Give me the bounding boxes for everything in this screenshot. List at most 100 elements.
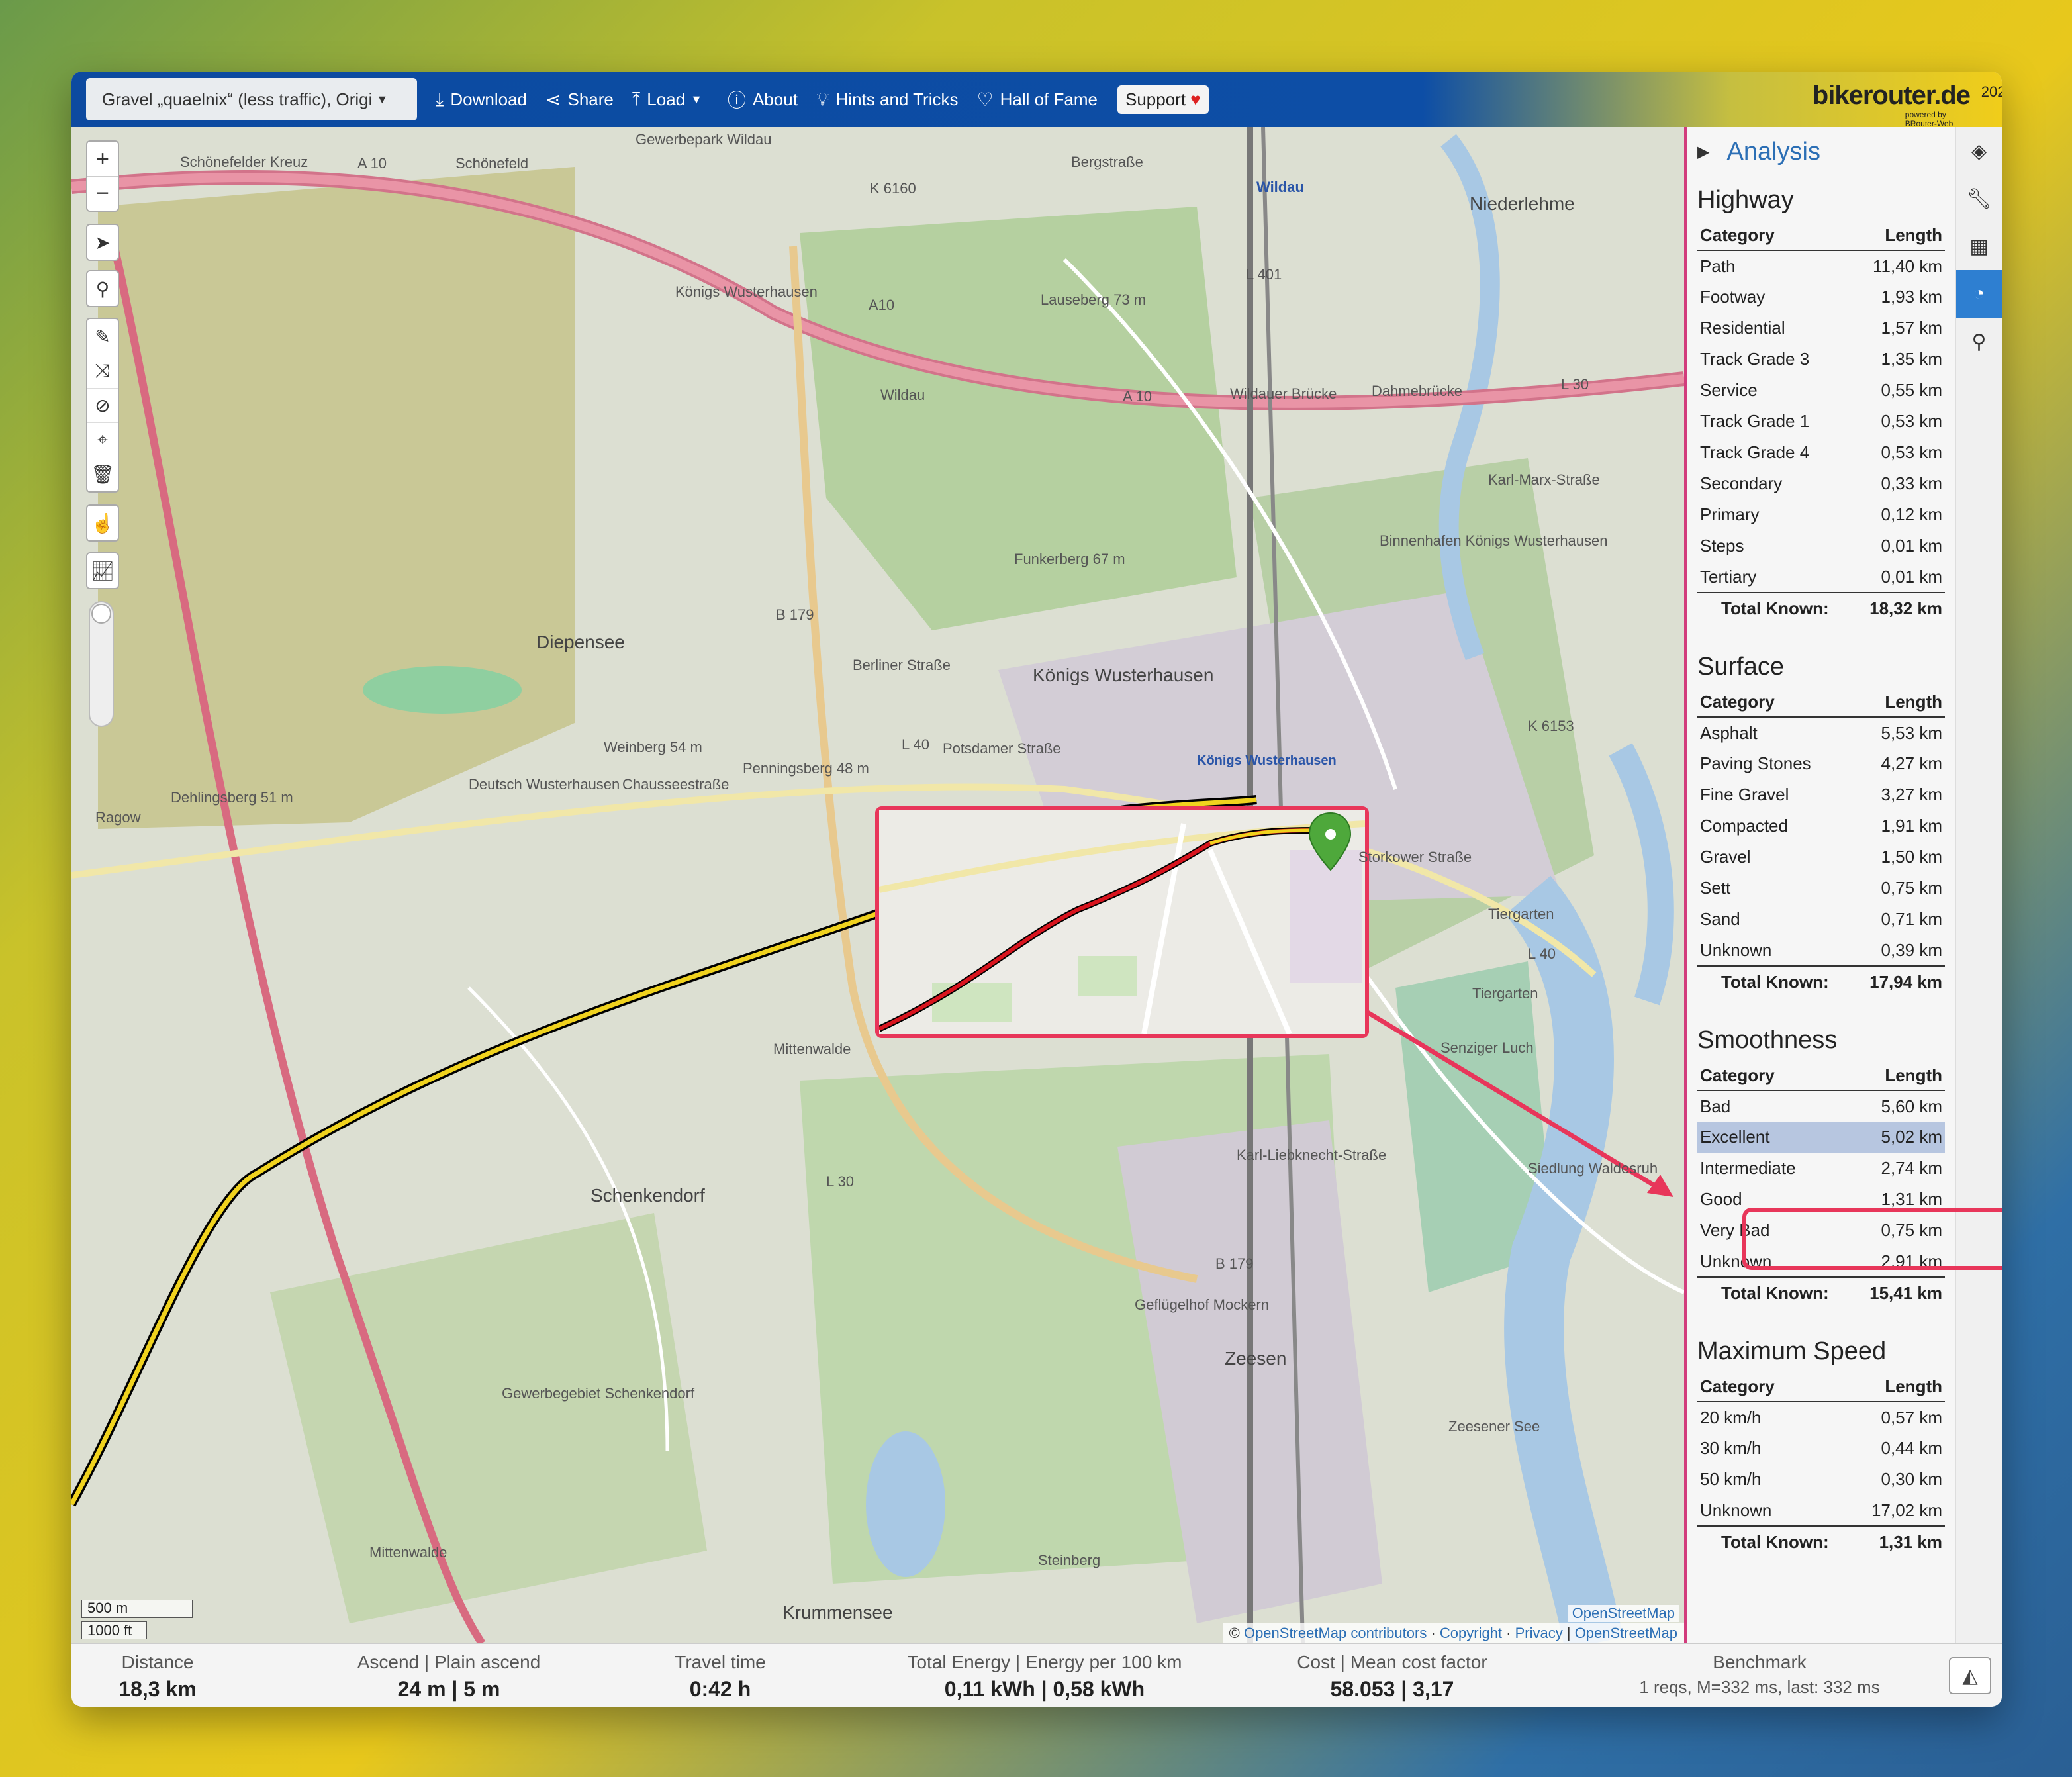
analysis-header[interactable]: ▶ Analysis — [1697, 138, 1945, 166]
tab-settings[interactable]: 🔧︎ — [1956, 175, 2002, 222]
category-cell: Bad — [1700, 1096, 1731, 1116]
heart-icon: ♥ — [1190, 89, 1201, 109]
zoom-in-button[interactable]: + — [87, 142, 118, 176]
tab-table[interactable]: ▦ — [1956, 222, 2002, 270]
osm-contributors-link[interactable]: OpenStreetMap contributors — [1244, 1625, 1427, 1641]
category-cell: Intermediate — [1700, 1158, 1796, 1178]
length-cell: 0,44 km — [1881, 1438, 1943, 1458]
table-row[interactable]: Fine Gravel 3,27 km — [1697, 779, 1945, 810]
table-row[interactable]: Primary 0,12 km — [1697, 499, 1945, 530]
app-window: Gravel „quaelnix“ (less traffic), Origi … — [71, 72, 2002, 1707]
share-button[interactable]: ⋖ Share — [545, 89, 614, 111]
tab-analysis[interactable]: ◔ — [1956, 270, 2002, 318]
pencil-icon: ✎ — [95, 326, 111, 347]
length-cell: 0,55 km — [1881, 380, 1943, 400]
delete-route-button[interactable]: 🗑︎ — [87, 457, 118, 491]
table-row[interactable]: Unknown 17,02 km — [1697, 1495, 1945, 1526]
caret-down-icon: ▼ — [376, 92, 389, 106]
length-cell: 11,40 km — [1872, 256, 1942, 276]
table-row[interactable]: Sett 0,75 km — [1697, 873, 1945, 904]
table-row[interactable]: Sand 0,71 km — [1697, 904, 1945, 935]
analysis-sidebar: ▶ Analysis Highway Category Length Path 1… — [1684, 127, 1955, 1643]
draw-route-button[interactable]: ✎ — [87, 319, 118, 354]
strava-control: ☝ — [86, 504, 119, 542]
table-row[interactable]: Unknown 0,39 km — [1697, 935, 1945, 966]
area-chart-icon: ◭ — [1962, 1664, 1978, 1687]
table-row[interactable]: Residential 1,57 km — [1697, 312, 1945, 344]
slider-knob[interactable] — [91, 604, 111, 624]
hall-of-fame-button[interactable]: ♡ Hall of Fame — [976, 89, 1098, 111]
table-row[interactable]: Paving Stones 4,27 km — [1697, 748, 1945, 779]
category-cell: Compacted — [1700, 816, 1788, 836]
download-button[interactable]: ⤓ Download — [436, 89, 527, 111]
table-row[interactable]: Intermediate 2,74 km — [1697, 1153, 1945, 1184]
profile-select[interactable]: Gravel „quaelnix“ (less traffic), Origi … — [86, 78, 417, 120]
search-button[interactable]: ⚲ — [87, 271, 118, 306]
table-row[interactable]: Steps 0,01 km — [1697, 530, 1945, 561]
download-icon: ⤓ — [436, 88, 444, 109]
hints-button[interactable]: 💡︎ Hints and Tricks — [816, 89, 959, 111]
tab-layers[interactable]: ◈ — [1956, 127, 2002, 175]
surface-title: Surface — [1697, 653, 1784, 681]
highway-table: Category Length Path 11,40 km Footway 1,93 … — [1697, 221, 1945, 624]
table-row[interactable]: Asphalt 5,53 km — [1697, 717, 1945, 748]
table-row[interactable]: Tertiary 0,01 km — [1697, 561, 1945, 593]
map-view[interactable]: Gewerbepark Wildau Schönefelder Kreuz A … — [71, 127, 1684, 1643]
about-button[interactable]: ⓘ About — [728, 86, 798, 113]
length-cell: 0,71 km — [1881, 909, 1943, 929]
load-button[interactable]: ⤒ Load ▼ — [632, 89, 709, 111]
share-icon: ⋖ — [545, 89, 561, 110]
table-row[interactable]: Track Grade 4 0,53 km — [1697, 437, 1945, 468]
length-cell: 0,39 km — [1881, 939, 1943, 960]
length-cell: 0,12 km — [1881, 504, 1943, 524]
table-row[interactable]: Secondary 0,33 km — [1697, 468, 1945, 499]
table-row[interactable]: Gravel 1,50 km — [1697, 841, 1945, 873]
trash-icon: 🗑︎ — [91, 464, 115, 485]
support-button[interactable]: Support ♥ — [1117, 85, 1209, 114]
poi-button[interactable]: ⌖ — [87, 422, 118, 457]
osm-link[interactable]: OpenStreetMap — [1575, 1625, 1677, 1641]
table-row[interactable]: 30 km/h 0,44 km — [1697, 1433, 1945, 1464]
length-cell: 0,57 km — [1881, 1407, 1943, 1427]
category-cell: Unknown — [1700, 1500, 1772, 1520]
table-row[interactable]: Bad 5,60 km — [1697, 1090, 1945, 1122]
info-icon: ⓘ — [727, 90, 746, 111]
caret-right-icon: ▶ — [1697, 143, 1710, 161]
privacy-link[interactable]: Privacy — [1515, 1625, 1563, 1641]
map-pin-icon: ⚲ — [1971, 330, 1987, 353]
elevation-button[interactable]: 📈︎ — [87, 553, 118, 588]
table-row[interactable]: 20 km/h 0,57 km — [1697, 1402, 1945, 1433]
reverse-route-button[interactable]: ⤨ — [87, 354, 118, 388]
table-row[interactable]: Track Grade 3 1,35 km — [1697, 344, 1945, 375]
length-cell: 0,75 km — [1881, 878, 1943, 898]
search-icon: ⚲ — [95, 278, 110, 299]
no-go-button[interactable]: ⊘ — [87, 388, 118, 422]
elevation-chart-button[interactable]: ◭ — [1949, 1657, 1991, 1694]
locate-button[interactable]: ➤ — [87, 225, 118, 260]
length-cell: 3,27 km — [1881, 785, 1943, 804]
maxspeed-table: Category Length 20 km/h 0,57 km 30 km/h 0,4… — [1697, 1372, 1945, 1557]
length-cell: 1,50 km — [1881, 847, 1943, 867]
copyright-link[interactable]: Copyright — [1440, 1625, 1502, 1641]
table-row[interactable]: 50 km/h 0,30 km — [1697, 1464, 1945, 1495]
table-row[interactable]: Path 11,40 km — [1697, 250, 1945, 281]
strava-button[interactable]: ☝ — [87, 506, 118, 540]
locate-control: ➤ — [86, 224, 119, 261]
length-cell: 0,01 km — [1881, 566, 1943, 587]
table-row[interactable]: Service 0,55 km — [1697, 375, 1945, 406]
lightbulb-icon: 💡︎ — [816, 88, 829, 109]
brand-logo[interactable]: bikerouter.de 2025.29 powered by BRouter… — [1813, 81, 2002, 128]
zoom-out-button[interactable]: − — [87, 176, 118, 211]
table-row[interactable]: Track Grade 1 0,53 km — [1697, 406, 1945, 437]
osm-layer-link[interactable]: OpenStreetMap — [1568, 1605, 1679, 1622]
profile-select-label: Gravel „quaelnix“ (less traffic), Origi — [102, 89, 373, 109]
table-row[interactable]: Footway 1,93 km — [1697, 281, 1945, 312]
category-cell: 50 km/h — [1700, 1469, 1762, 1489]
length-cell: 1,57 km — [1881, 318, 1943, 338]
category-cell: Service — [1700, 380, 1758, 400]
tab-pois[interactable]: ⚲ — [1956, 318, 2002, 365]
table-row[interactable]: Compacted 1,91 km — [1697, 810, 1945, 841]
opacity-slider[interactable] — [89, 601, 114, 727]
table-row[interactable]: Excellent 5,02 km — [1697, 1122, 1945, 1153]
category-cell: Sand — [1700, 909, 1740, 929]
